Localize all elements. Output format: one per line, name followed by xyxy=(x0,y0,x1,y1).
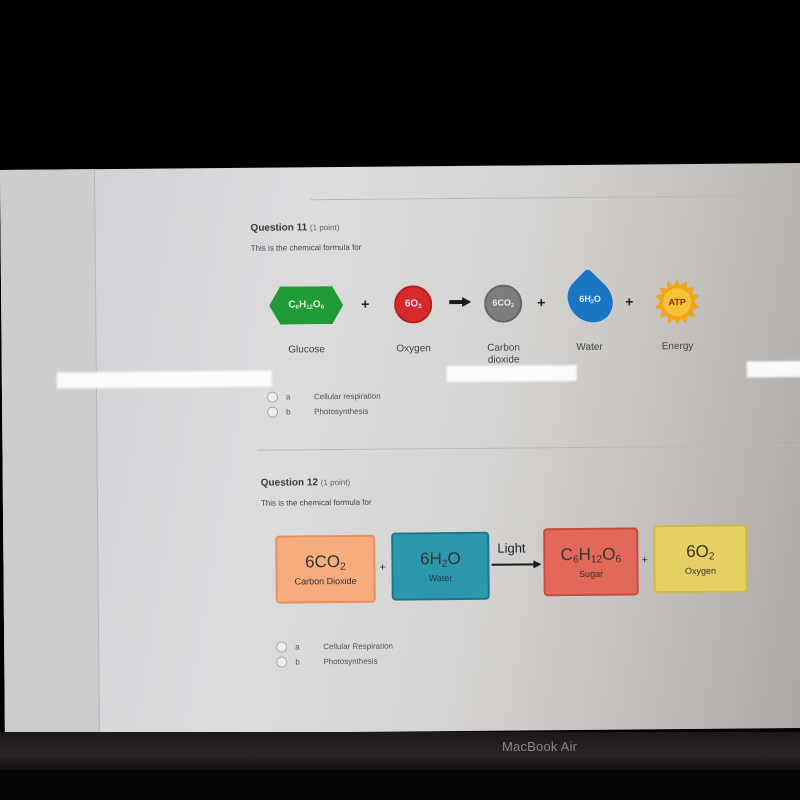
left-sidebar xyxy=(0,169,100,735)
oxygen-box: 6O2 Oxygen xyxy=(653,524,748,594)
question-title: Question 12 (1 point) xyxy=(260,477,372,489)
option-text: Photosynthesis xyxy=(314,406,369,417)
question-points: (1 point) xyxy=(309,223,340,233)
plus-sign: + xyxy=(361,295,370,312)
option-a[interactable]: a Cellular respiration xyxy=(266,389,381,405)
option-text: Photosynthesis xyxy=(323,656,378,667)
radio-button[interactable] xyxy=(267,406,279,418)
carbon-dioxide-circle: 6CO2 xyxy=(484,284,523,323)
question-prompt: This is the chemical formula for xyxy=(250,242,362,253)
question-prompt: This is the chemical formula for xyxy=(260,497,372,508)
question-title: Question 11 (1 point) xyxy=(250,222,361,234)
background xyxy=(0,770,800,800)
option-text: Cellular respiration xyxy=(313,391,381,402)
water-caption: Water xyxy=(576,341,603,353)
radio-button[interactable] xyxy=(266,391,279,403)
atp-label: ATP xyxy=(663,287,692,317)
cellular-respiration-diagram: C6H12O6 + 6O2 6CO2 + 6H2O + ATP Glucose … xyxy=(269,268,710,366)
radio-button[interactable] xyxy=(276,641,288,653)
formula: 6CO2 xyxy=(305,551,346,573)
glucose-formula: C6H12O6 xyxy=(288,299,325,312)
plus-sign: + xyxy=(625,293,634,310)
compound-name: Water xyxy=(428,573,453,584)
plus-sign: + xyxy=(379,561,386,574)
screen-glare xyxy=(446,364,577,383)
option-b[interactable]: b Photosynthesis xyxy=(267,404,381,420)
caption-line: Carbon xyxy=(487,342,521,354)
option-b[interactable]: b Photosynthesis xyxy=(276,654,393,670)
carbon-dioxide-caption: Carbon dioxide xyxy=(470,342,538,367)
screen-glare xyxy=(56,370,272,389)
question-12-options: a Cellular Respiration b Photosynthesis xyxy=(276,639,393,670)
compound-name: Oxygen xyxy=(684,566,717,577)
section-divider xyxy=(257,445,800,451)
glucose-hexagon: C6H12O6 xyxy=(269,286,343,325)
option-letter: b xyxy=(286,407,291,417)
water-box: 6H2O Water xyxy=(391,531,490,601)
light-label: Light xyxy=(497,540,526,556)
question-11-options: a Cellular respiration b Photosynthesis xyxy=(266,389,381,420)
oxygen-circle: 6O2 xyxy=(394,285,433,324)
option-letter: b xyxy=(295,657,300,667)
device-brand-label: MacBook Air xyxy=(502,739,578,754)
water-formula: 6H2O xyxy=(579,293,601,306)
oxygen-caption: Oxygen xyxy=(396,343,431,355)
option-letter: a xyxy=(285,392,291,402)
carbon-dioxide-box: 6CO2 Carbon Dioxide xyxy=(275,534,376,604)
glucose-caption: Glucose xyxy=(288,344,325,356)
screen-glare xyxy=(746,361,800,378)
formula: 6H2O xyxy=(419,548,461,570)
plus-sign: + xyxy=(537,294,546,311)
question-points: (1 point) xyxy=(320,477,351,488)
energy-caption: Energy xyxy=(661,340,694,353)
section-divider xyxy=(310,195,800,201)
question-number: Question 11 xyxy=(250,222,308,234)
carbon-dioxide-formula: 6CO2 xyxy=(492,297,514,310)
sugar-box: C6H12O6 Sugar xyxy=(543,527,639,597)
radio-button[interactable] xyxy=(276,656,288,668)
arrow-right-icon xyxy=(491,560,542,569)
formula: 6O2 xyxy=(686,541,715,563)
option-letter: a xyxy=(295,642,300,652)
question-11: Question 11 (1 point) This is the chemic… xyxy=(250,222,362,253)
browser-screen: Question 11 (1 point) This is the chemic… xyxy=(0,163,800,735)
option-text: Cellular Respiration xyxy=(323,641,394,652)
oxygen-formula: 6O2 xyxy=(404,298,422,311)
laptop-bezel xyxy=(0,732,800,770)
plus-sign: + xyxy=(641,554,648,567)
compound-name: Carbon Dioxide xyxy=(294,576,357,587)
formula: C6H12O6 xyxy=(560,544,622,566)
question-12: Question 12 (1 point) This is the chemic… xyxy=(260,477,372,508)
option-a[interactable]: a Cellular Respiration xyxy=(276,639,393,655)
compound-name: Sugar xyxy=(578,569,604,580)
arrow-right-icon xyxy=(449,296,472,307)
question-number: Question 12 xyxy=(260,477,319,489)
